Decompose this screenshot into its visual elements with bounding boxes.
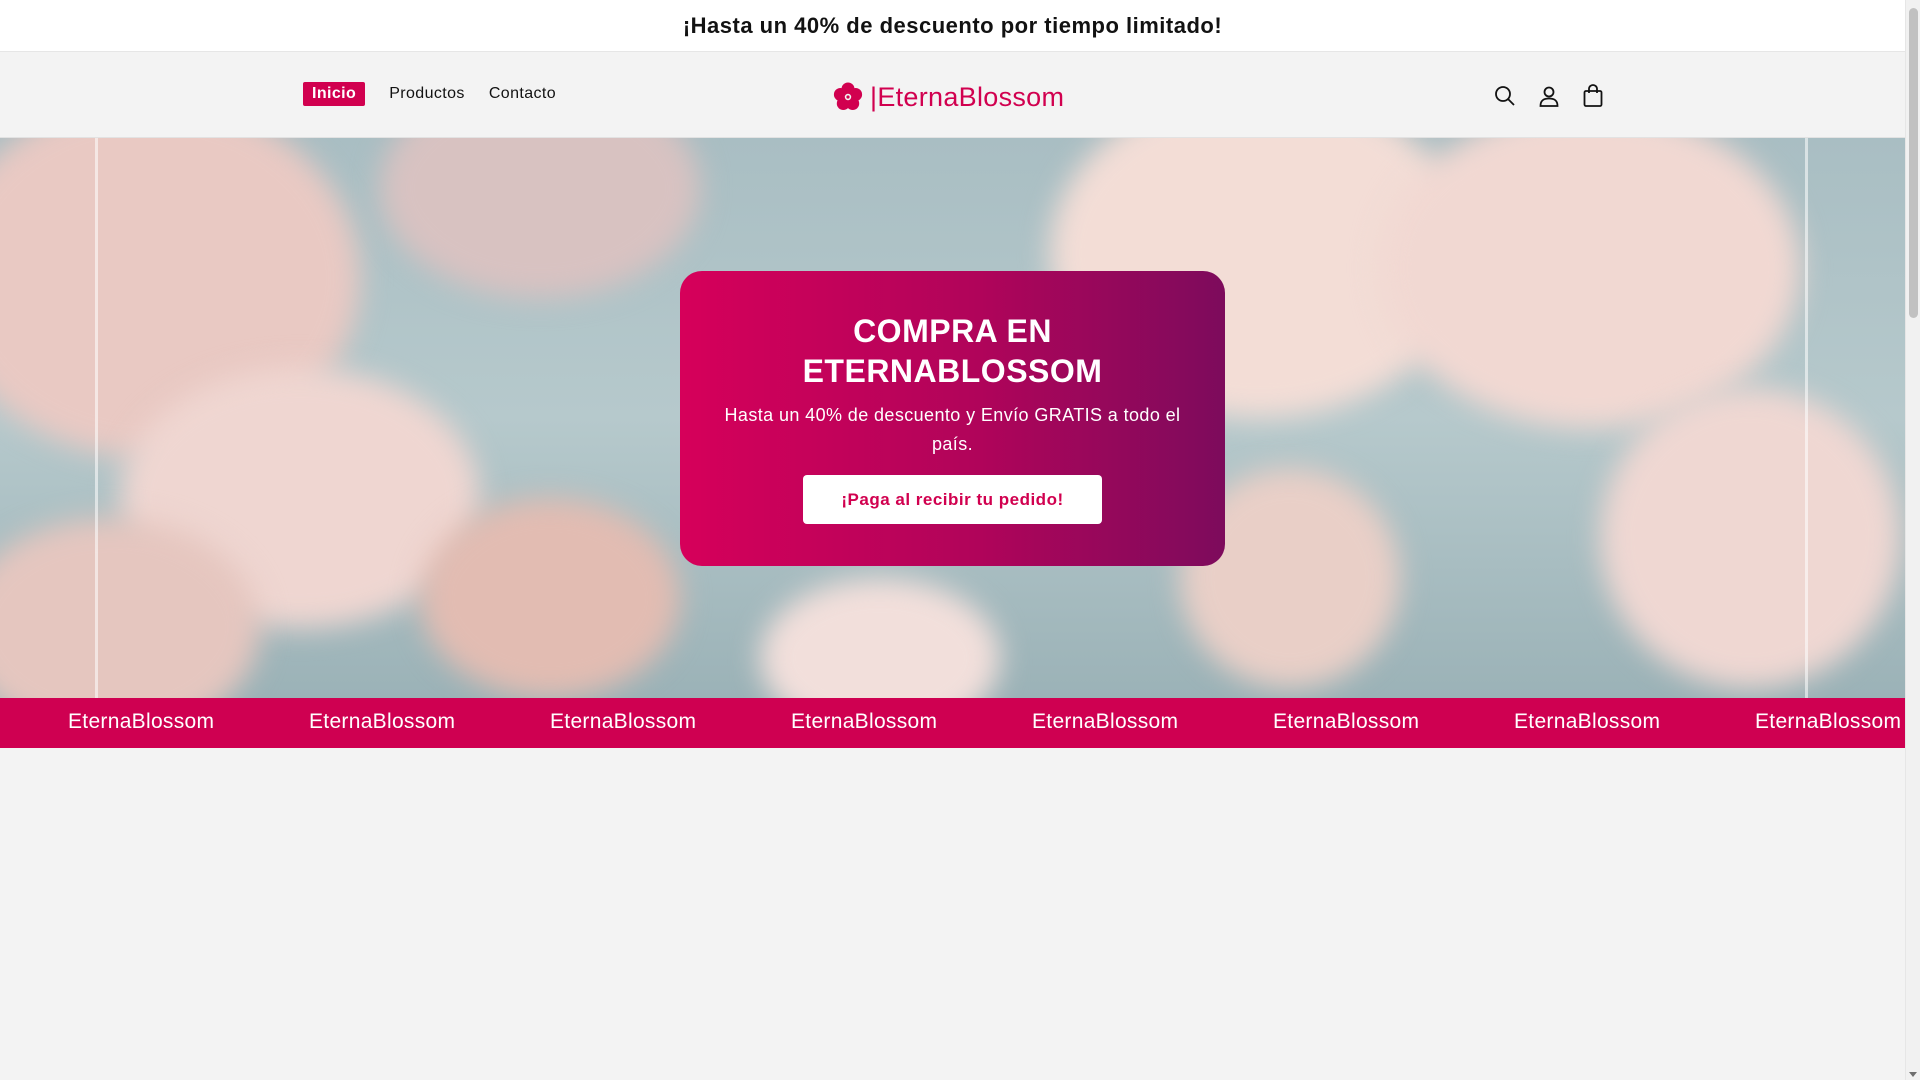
page-scrollbar[interactable] [1905, 0, 1920, 1080]
marquee-item: EternaBlossom [1514, 710, 1661, 733]
marquee-item: EternaBlossom [309, 710, 456, 733]
marquee-item: EternaBlossom [791, 710, 938, 733]
cart-icon[interactable] [1578, 81, 1608, 111]
cta-button[interactable]: ¡Paga al recibir tu pedido! [803, 475, 1102, 524]
nav-item-inicio[interactable]: Inicio [303, 82, 366, 106]
scroll-down-icon[interactable] [1909, 1072, 1917, 1077]
nav-item-contacto[interactable]: Contacto [489, 85, 556, 103]
scrollbar-thumb[interactable] [1909, 8, 1918, 318]
hero-banner: COMPRA EN ETERNABLOSSOM Hasta un 40% de … [0, 138, 1905, 698]
hero-title: COMPRA EN ETERNABLOSSOM [802, 313, 1103, 389]
hero-subtitle: Hasta un 40% de descuento y Envío GRATIS… [724, 405, 1181, 454]
nav-item-productos[interactable]: Productos [389, 85, 465, 103]
announcement-bar: ¡Hasta un 40% de descuento por tiempo li… [0, 0, 1905, 52]
marquee-item: EternaBlossom [68, 710, 215, 733]
flower-icon [833, 82, 863, 110]
account-icon[interactable] [1534, 81, 1564, 111]
header-actions [1490, 81, 1622, 111]
main-nav: Inicio Productos Contacto [303, 82, 580, 106]
marquee-item: EternaBlossom [1032, 710, 1179, 733]
site-header: Inicio Productos Contacto |EternaBlossom [0, 52, 1905, 138]
site-logo[interactable]: |EternaBlossom [832, 77, 1064, 117]
hero-card: COMPRA EN ETERNABLOSSOM Hasta un 40% de … [680, 271, 1225, 566]
marquee-item: EternaBlossom [1755, 710, 1902, 733]
marquee-item: EternaBlossom [550, 710, 697, 733]
brand-marquee: EternaBlossom EternaBlossom EternaBlosso… [0, 698, 1905, 748]
search-icon[interactable] [1490, 81, 1520, 111]
announcement-text: ¡Hasta un 40% de descuento por tiempo li… [682, 12, 1223, 38]
marquee-item: EternaBlossom [1273, 710, 1420, 733]
logo-text: |EternaBlossom [870, 81, 1065, 112]
